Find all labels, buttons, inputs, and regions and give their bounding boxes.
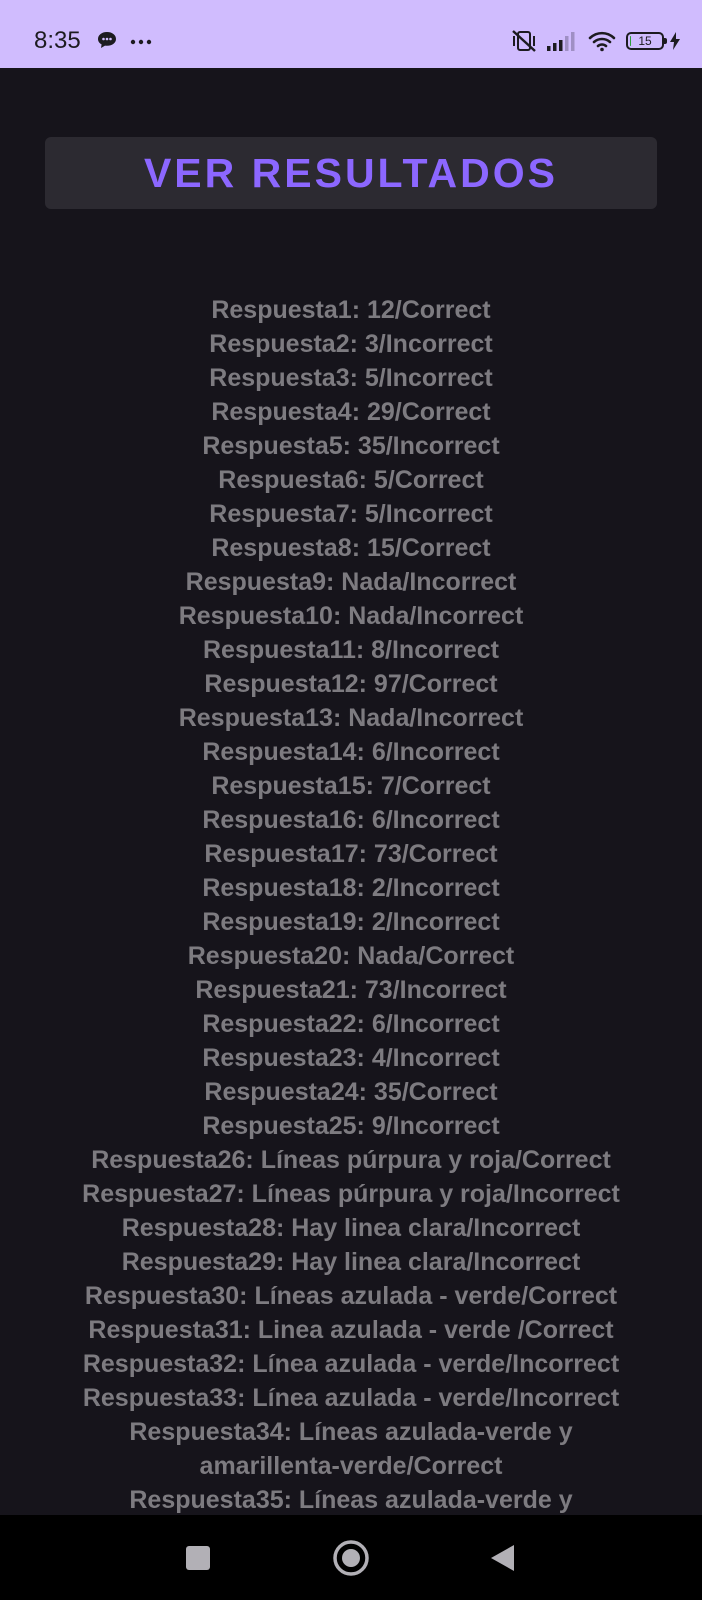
recents-square-icon (186, 1546, 210, 1570)
result-line: Respuesta13: Nada/Incorrect (178, 704, 524, 732)
result-line: Respuesta11: 8/Incorrect (203, 636, 499, 664)
result-line: Respuesta34: Líneas azulada-verde y (129, 1418, 573, 1446)
result-line: Respuesta15: 7/Correct (211, 772, 491, 800)
result-line: Respuesta14: 6/Incorrect (202, 738, 500, 766)
chat-bubble-icon (96, 29, 118, 56)
result-line: Respuesta1: 12/Correct (211, 296, 491, 324)
status-bar: 8:35 15 (0, 0, 702, 68)
result-line: Respuesta32: Línea azulada - verde/Incor… (82, 1350, 620, 1378)
result-line: Respuesta19: 2/Incorrect (202, 908, 500, 936)
ver-resultados-button[interactable]: VER RESULTADOS (45, 137, 657, 209)
result-line: Respuesta24: 35/Correct (204, 1078, 498, 1106)
result-line: Respuesta25: 9/Incorrect (202, 1112, 500, 1140)
charging-bolt-icon (670, 32, 680, 50)
result-line: Respuesta28: Hay linea clara/Incorrect (121, 1214, 581, 1242)
back-button[interactable] (482, 1537, 524, 1579)
result-line: Respuesta23: 4/Incorrect (202, 1044, 500, 1072)
result-line: Respuesta26: Líneas púrpura y roja/Corre… (91, 1146, 611, 1174)
result-line: Respuesta2: 3/Incorrect (209, 330, 493, 358)
results-list: Respuesta1: 12/Correct Respuesta2: 3/Inco… (0, 293, 702, 1515)
status-notification-icons (96, 30, 152, 54)
result-line: Respuesta29: Hay linea clara/Incorrect (121, 1248, 581, 1276)
more-dots-icon (130, 33, 152, 51)
status-time: 8:35 (34, 27, 81, 54)
result-line: Respuesta21: 73/Incorrect (195, 976, 507, 1004)
signal-icon (546, 30, 578, 52)
result-line: Respuesta31: Linea azulada - verde /Corr… (88, 1316, 614, 1344)
home-button[interactable] (330, 1537, 372, 1579)
vibrate-off-icon (510, 28, 538, 54)
result-line: Respuesta7: 5/Incorrect (209, 500, 493, 528)
result-line: Respuesta3: 5/Incorrect (209, 364, 493, 392)
battery-level: 15 (638, 34, 652, 48)
back-triangle-icon (491, 1545, 514, 1571)
result-line: Respuesta16: 6/Incorrect (202, 806, 500, 834)
status-system-icons: 15 (510, 26, 680, 56)
result-line: Respuesta8: 15/Correct (211, 534, 491, 562)
app-screen: 8:35 15 VER RESULTADOS Respuesta1: 12/Co… (0, 0, 702, 1600)
navigation-bar (0, 1515, 702, 1600)
result-line: Respuesta4: 29/Correct (211, 398, 491, 426)
result-line: Respuesta35: Líneas azulada-verde y (129, 1486, 573, 1514)
result-line: Respuesta30: Líneas azulada - verde/Corr… (84, 1282, 618, 1310)
result-line: Respuesta20: Nada/Correct (187, 942, 515, 970)
result-line: Respuesta6: 5/Correct (218, 466, 484, 494)
wifi-icon (588, 30, 616, 52)
result-line: Respuesta9: Nada/Incorrect (185, 568, 517, 596)
result-line: Respuesta5: 35/Incorrect (202, 432, 500, 460)
result-line: Respuesta10: Nada/Incorrect (178, 602, 524, 630)
result-line: Respuesta12: 97/Correct (204, 670, 498, 698)
recents-button[interactable] (177, 1537, 219, 1579)
result-line: Respuesta22: 6/Incorrect (202, 1010, 500, 1038)
battery-icon: 15 (626, 32, 667, 50)
result-line: amarillenta-verde/Correct (199, 1452, 503, 1480)
result-line: Respuesta27: Líneas púrpura y roja/Incor… (82, 1180, 620, 1208)
result-line: Respuesta33: Línea azulada - verde/Incor… (82, 1384, 620, 1412)
result-line: Respuesta18: 2/Incorrect (202, 874, 500, 902)
home-circle-icon (333, 1540, 369, 1576)
result-line: Respuesta17: 73/Correct (204, 840, 498, 868)
